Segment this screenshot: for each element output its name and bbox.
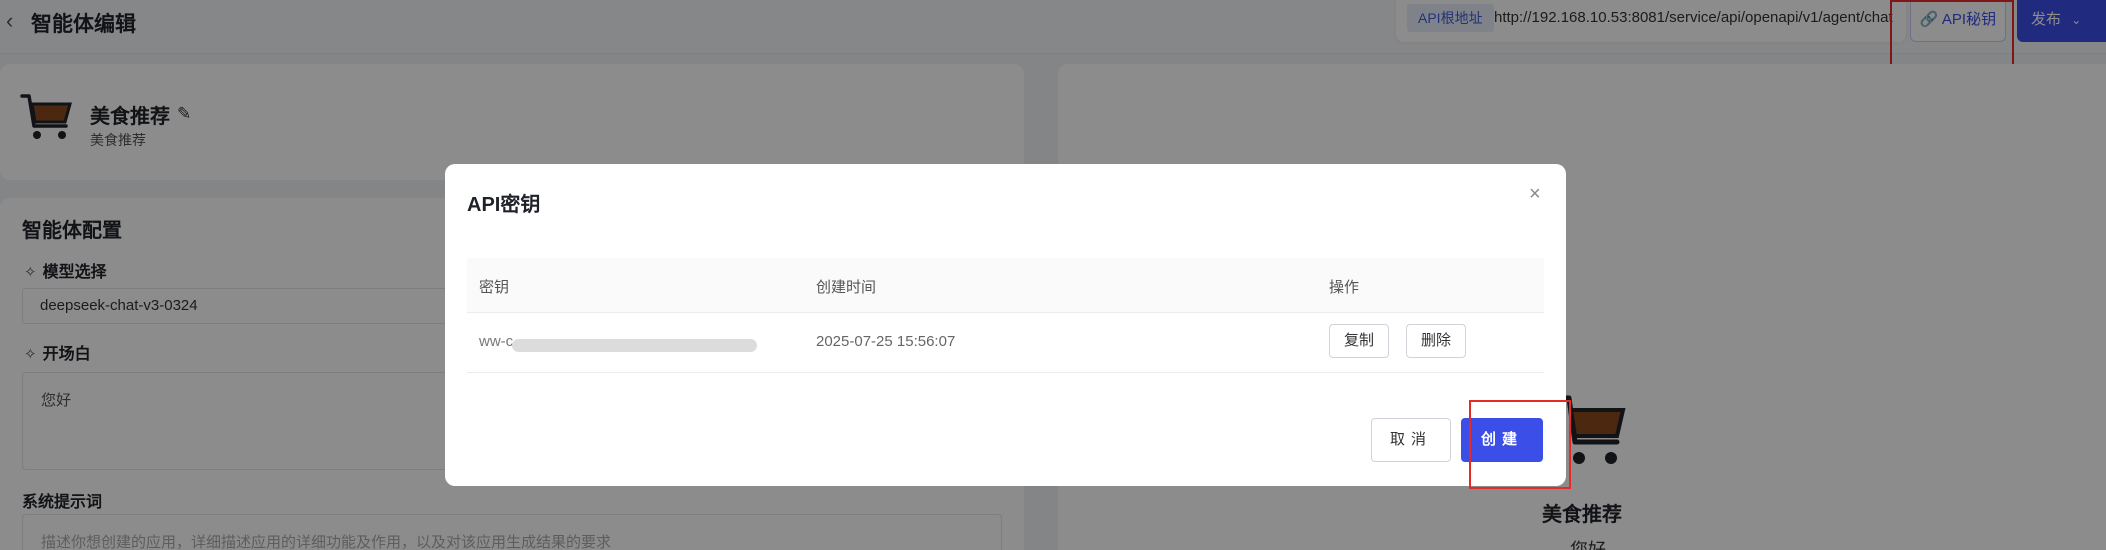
highlight-box-create <box>1469 400 1571 489</box>
api-key-table: 密钥 创建时间 操作 ww-c 2025-07-25 15:56:07 复制 删… <box>467 258 1544 373</box>
copy-button[interactable]: 复制 <box>1329 324 1390 358</box>
api-key-value: ww-c <box>479 333 514 350</box>
modal-title: API密钥 <box>467 194 541 216</box>
column-header: 创建时间 <box>816 279 877 296</box>
delete-button[interactable]: 删除 <box>1406 324 1467 358</box>
api-key-modal: API密钥 × 密钥 创建时间 操作 ww-c 2025-07-25 15:56… <box>445 164 1566 486</box>
close-icon[interactable]: × <box>1529 184 1541 204</box>
column-header: 密钥 <box>479 279 510 296</box>
table-header: 密钥 创建时间 操作 <box>467 258 1544 313</box>
table-row: ww-c 2025-07-25 15:56:07 复制 删除 <box>467 313 1544 373</box>
created-time: 2025-07-25 15:56:07 <box>816 333 956 350</box>
api-key-mask <box>512 339 757 352</box>
column-header: 操作 <box>1329 279 1360 296</box>
cancel-button[interactable]: 取消 <box>1371 418 1451 462</box>
